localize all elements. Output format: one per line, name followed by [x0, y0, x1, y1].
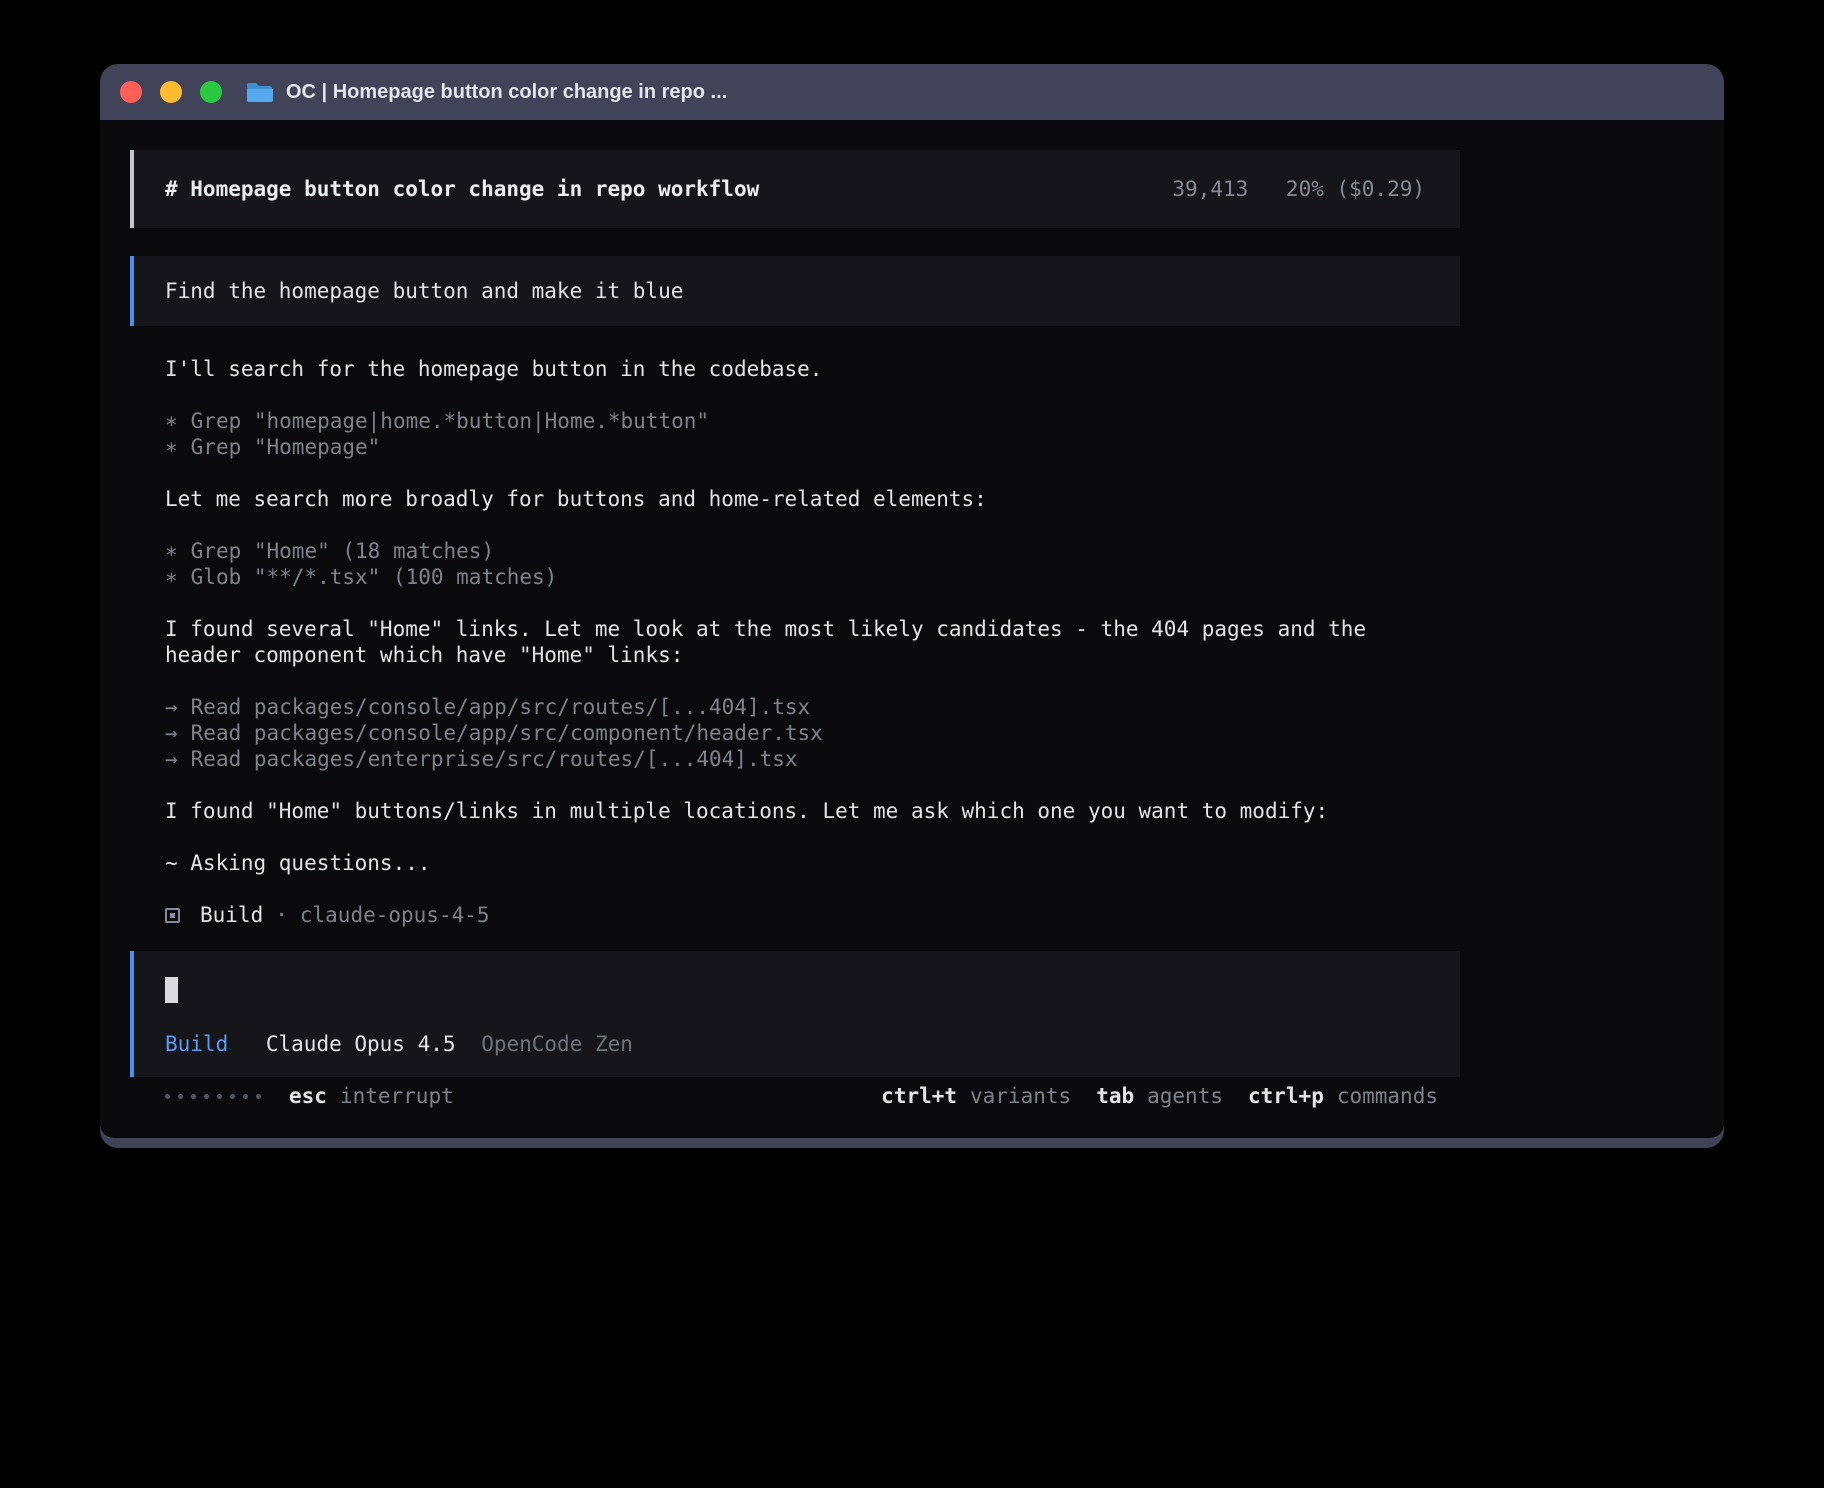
agent-square-dot-icon	[165, 908, 180, 923]
window-title: OC | Homepage button color change in rep…	[286, 81, 727, 104]
active-model-label: Claude Opus 4.5	[266, 1032, 456, 1056]
tool-call-read: →Read packages/console/app/src/routes/[.…	[165, 694, 1425, 720]
arrow-right-icon: →	[165, 721, 178, 745]
tool-asterisk-icon: ∗	[165, 435, 178, 459]
shortcut-variants: ctrl+tvariants	[881, 1083, 1071, 1109]
text-cursor[interactable]	[165, 977, 178, 1003]
prompt-input[interactable]: Build Claude Opus 4.5 OpenCode Zen	[130, 951, 1460, 1077]
tool-call-read: →Read packages/console/app/src/component…	[165, 720, 1425, 746]
user-message-text: Find the homepage button and make it blu…	[165, 279, 683, 303]
agent-name: Build	[200, 902, 263, 928]
session-header: # Homepage button color change in repo w…	[130, 150, 1460, 228]
assistant-response: I'll search for the homepage button in t…	[130, 356, 1460, 928]
tool-call-group: ∗Grep "Home" (18 matches) ∗Glob "**/*.ts…	[165, 538, 1425, 590]
tool-call-read: →Read packages/enterprise/src/routes/[..…	[165, 746, 1425, 772]
tool-asterisk-icon: ∗	[165, 539, 178, 563]
session-title: # Homepage button color change in repo w…	[165, 176, 759, 202]
arrow-right-icon: →	[165, 695, 178, 719]
shortcut-agents: tabagents	[1096, 1083, 1223, 1109]
context-usage: 20% ($0.29)	[1286, 177, 1425, 201]
agent-attribution: Build · claude-opus-4-5	[165, 902, 1425, 928]
status-line: ~ Asking questions...	[165, 850, 1425, 876]
tool-call-group: →Read packages/console/app/src/routes/[.…	[165, 694, 1425, 772]
tool-call-grep: ∗Grep "Home" (18 matches)	[165, 538, 1425, 564]
status-bar: escinterrupt ctrl+tvariants tabagents ct…	[130, 1083, 1460, 1109]
provider-label: OpenCode Zen	[481, 1032, 633, 1056]
assistant-paragraph: I'll search for the homepage button in t…	[165, 356, 1425, 382]
dot-separator: ·	[275, 902, 288, 928]
titlebar: OC | Homepage button color change in rep…	[100, 64, 1724, 120]
active-agent-label: Build	[165, 1032, 228, 1056]
minimize-button[interactable]	[160, 81, 182, 103]
input-status-row: Build Claude Opus 4.5 OpenCode Zen	[165, 1031, 1425, 1057]
terminal-body: # Homepage button color change in repo w…	[100, 120, 1724, 1138]
assistant-paragraph: I found several "Home" links. Let me loo…	[165, 616, 1425, 668]
user-message: Find the homepage button and make it blu…	[130, 256, 1460, 326]
tool-call-group: ∗Grep "homepage|home.*button|Home.*butto…	[165, 408, 1425, 460]
assistant-paragraph: I found "Home" buttons/links in multiple…	[165, 798, 1425, 824]
shortcut-interrupt: escinterrupt	[289, 1083, 454, 1109]
tool-call-grep: ∗Grep "homepage|home.*button|Home.*butto…	[165, 408, 1425, 434]
arrow-right-icon: →	[165, 747, 178, 771]
assistant-paragraph: Let me search more broadly for buttons a…	[165, 486, 1425, 512]
zoom-button[interactable]	[200, 81, 222, 103]
shortcut-commands: ctrl+pcommands	[1248, 1083, 1438, 1109]
spinner-dots-icon	[165, 1094, 261, 1099]
tool-asterisk-icon: ∗	[165, 565, 178, 589]
folder-icon	[246, 81, 274, 103]
terminal-window: OC | Homepage button color change in rep…	[100, 64, 1724, 1148]
traffic-lights	[120, 81, 222, 103]
agent-model: claude-opus-4-5	[300, 902, 490, 928]
token-count: 39,413	[1172, 177, 1248, 201]
tool-asterisk-icon: ∗	[165, 409, 178, 433]
tool-call-grep: ∗Grep "Homepage"	[165, 434, 1425, 460]
tool-call-glob: ∗Glob "**/*.tsx" (100 matches)	[165, 564, 1425, 590]
close-button[interactable]	[120, 81, 142, 103]
session-stats: 39,413 20% ($0.29)	[1172, 176, 1425, 202]
